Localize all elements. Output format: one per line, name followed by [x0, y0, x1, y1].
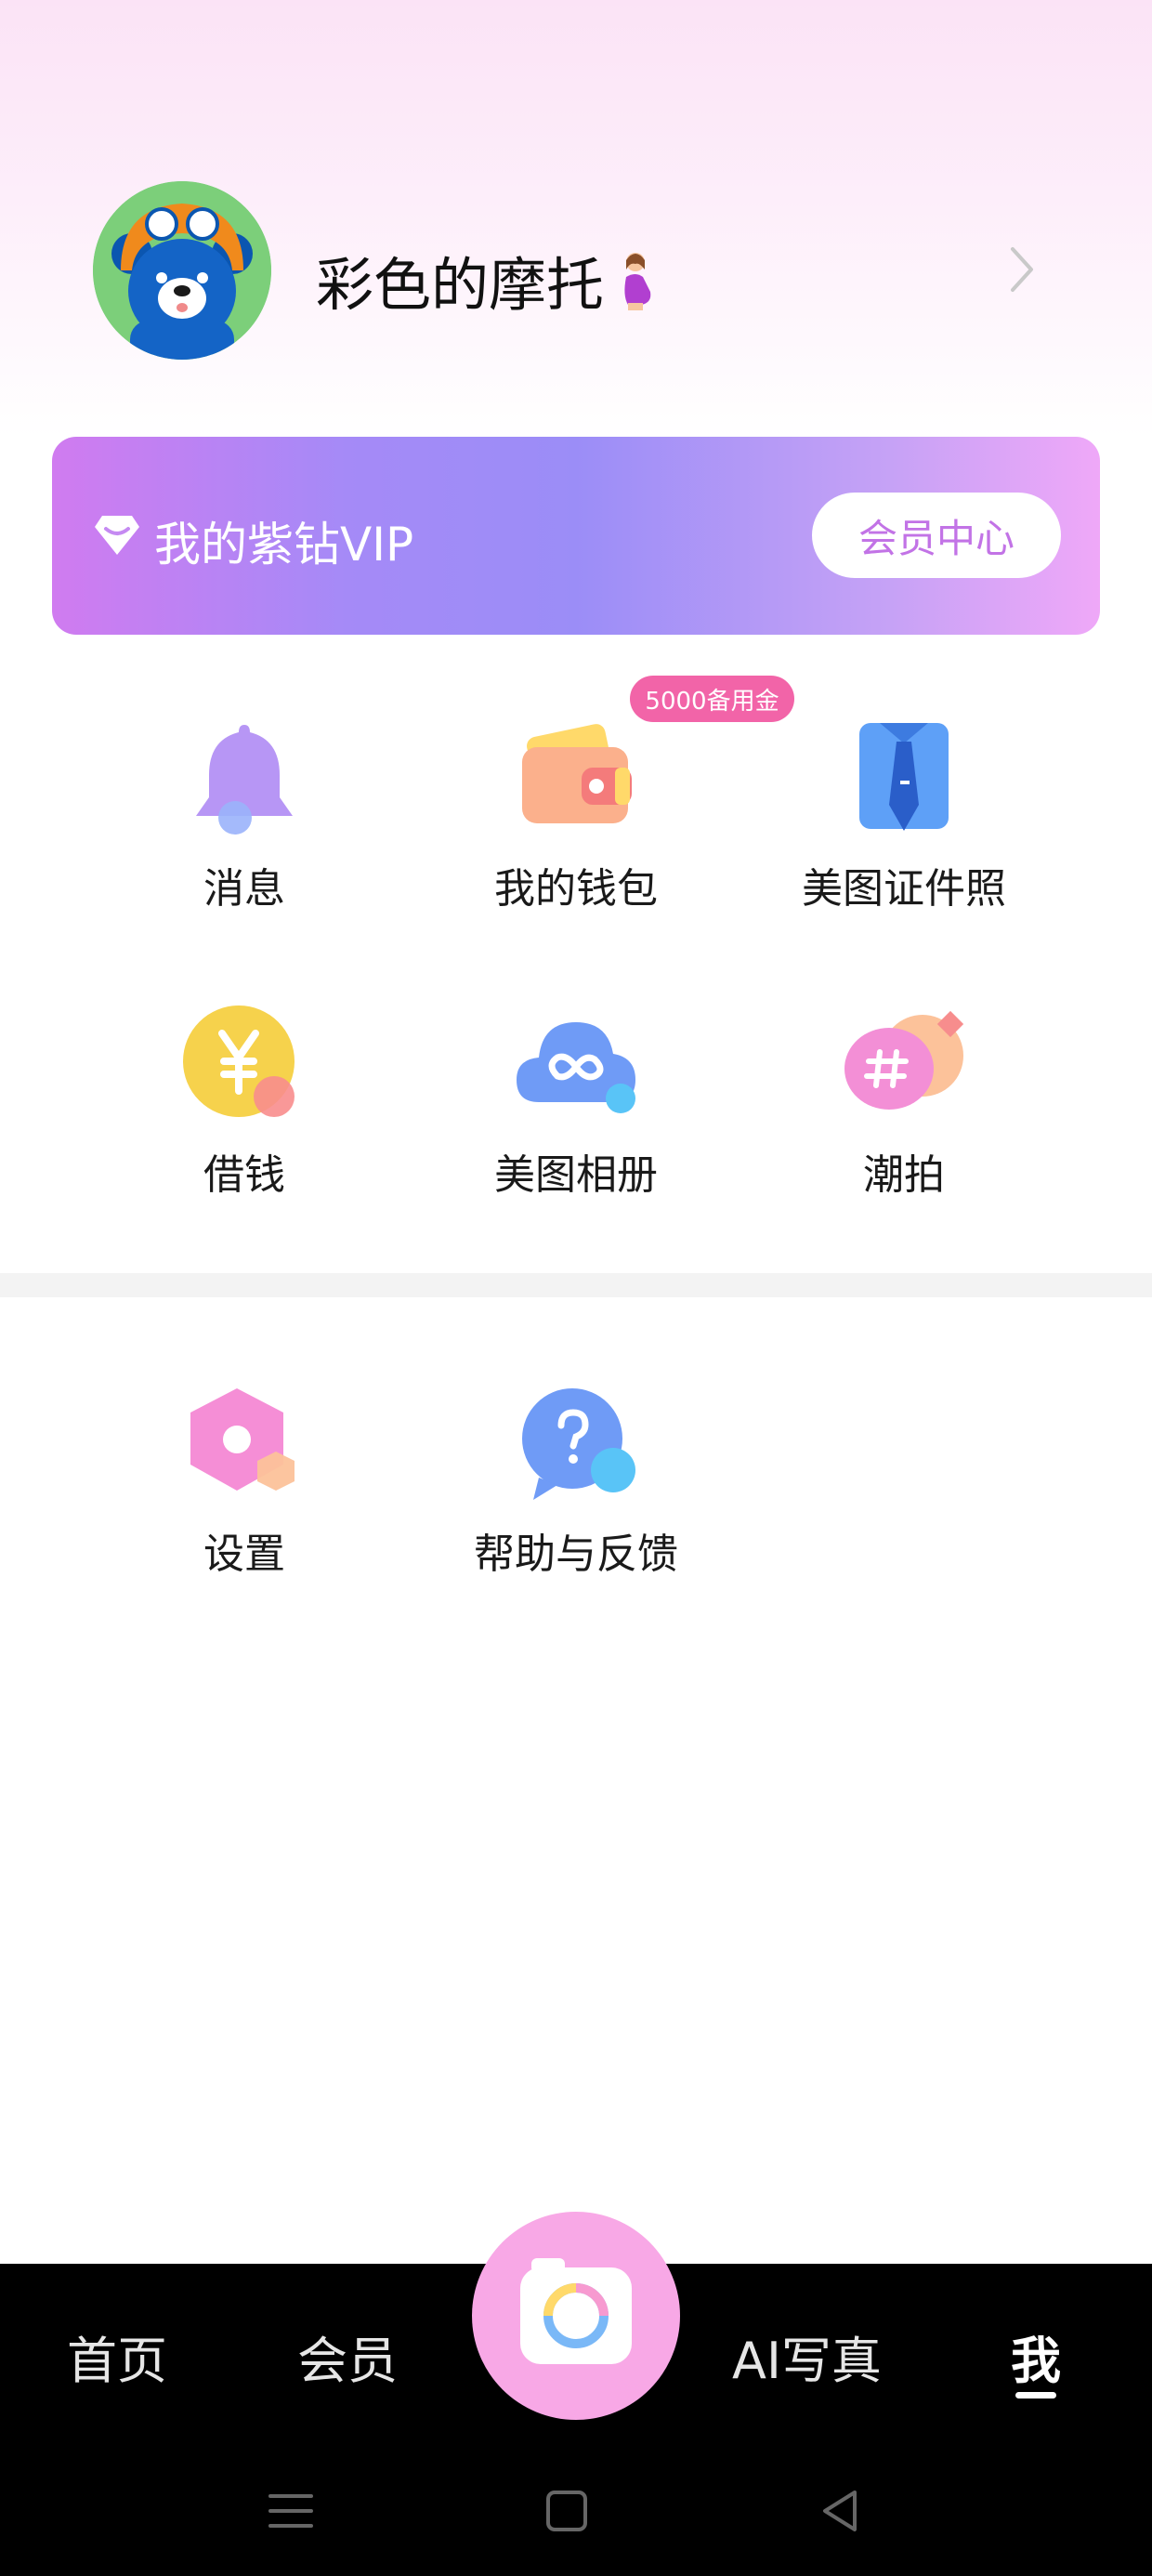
grid-item-messages[interactable]: 消息	[96, 716, 393, 948]
help-icon	[511, 1381, 641, 1511]
chevron-right-icon[interactable]	[1003, 242, 1041, 297]
nav-member[interactable]: 会员	[297, 2320, 398, 2393]
cloud-album-icon	[511, 1002, 641, 1132]
bell-icon	[179, 716, 309, 846]
camera-icon	[520, 2258, 632, 2364]
username-text: 彩色的摩托	[316, 251, 605, 319]
vip-title: 我的紫钻VIP	[154, 518, 414, 572]
id-photo-icon	[839, 716, 969, 846]
grid-item-help-feedback[interactable]: 帮助与反馈	[427, 1381, 725, 1613]
grid-item-label: 我的钱包	[494, 865, 658, 913]
menu-icon[interactable]	[263, 2483, 319, 2539]
grid-item-trend-shoot[interactable]: 潮拍	[755, 1002, 1053, 1234]
pregnant-woman-emoji-icon	[613, 249, 660, 310]
grid-item-id-photo[interactable]: 美图证件照	[755, 716, 1053, 948]
grid-item-borrow[interactable]: 借钱	[96, 1002, 393, 1234]
grid-item-label: 美图证件照	[802, 865, 1006, 913]
grid-item-label: 潮拍	[863, 1151, 945, 1199]
nav-active-indicator	[1015, 2392, 1056, 2399]
camera-button[interactable]	[472, 2212, 680, 2420]
wallet-icon	[511, 716, 641, 846]
grid-item-label: 帮助与反馈	[474, 1531, 678, 1578]
diamond-icon	[93, 514, 141, 557]
grid-item-wallet[interactable]: 我的钱包	[427, 716, 725, 948]
grid-item-label: 消息	[203, 865, 285, 913]
profile-section[interactable]: 彩色的摩托	[0, 167, 1152, 372]
nav-ai-portrait[interactable]: AI写真	[732, 2320, 882, 2393]
settings-icon	[179, 1381, 309, 1511]
back-icon[interactable]	[814, 2483, 870, 2539]
grid-item-label: 借钱	[203, 1151, 285, 1199]
yuan-icon	[179, 1002, 309, 1132]
nav-me[interactable]: 我	[1011, 2320, 1061, 2393]
grid-item-cloud-album[interactable]: 美图相册	[427, 1002, 725, 1234]
vip-card[interactable]: 我的紫钻VIP 会员中心	[52, 437, 1100, 635]
nav-home[interactable]: 首页	[67, 2320, 167, 2393]
member-center-button[interactable]: 会员中心	[812, 493, 1061, 578]
grid-item-settings[interactable]: 设置	[96, 1381, 393, 1613]
home-icon[interactable]	[539, 2483, 595, 2539]
grid-item-label: 设置	[203, 1531, 285, 1578]
hashtag-icon	[839, 1002, 969, 1132]
username[interactable]: 彩色的摩托	[316, 238, 660, 322]
grid-item-label: 美图相册	[494, 1151, 658, 1199]
avatar[interactable]	[93, 181, 271, 360]
section-divider	[0, 1273, 1152, 1297]
